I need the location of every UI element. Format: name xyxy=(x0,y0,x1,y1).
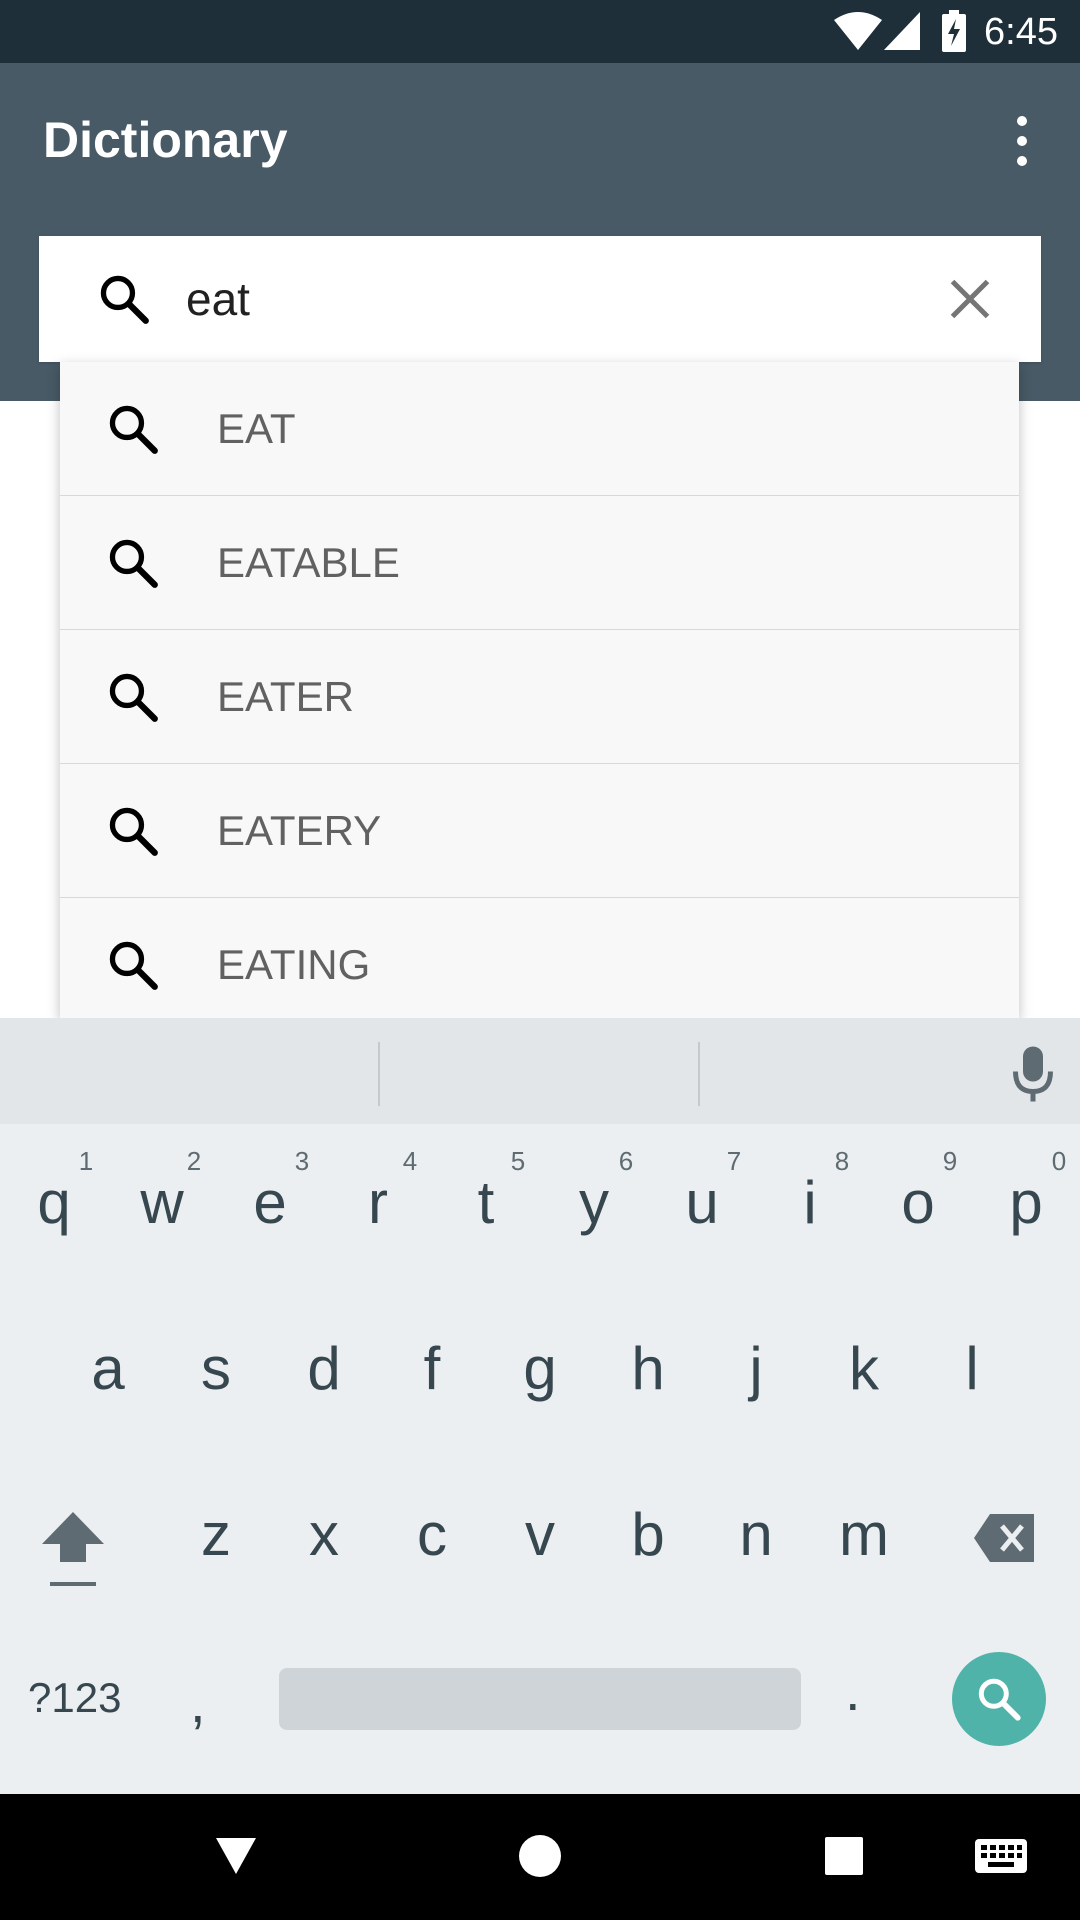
key-hint: 6 xyxy=(618,1146,634,1176)
shift-key[interactable] xyxy=(40,1508,106,1588)
key-w[interactable]: w xyxy=(118,1168,206,1238)
space-bar[interactable] xyxy=(279,1668,801,1730)
navigation-bar xyxy=(0,1794,1080,1920)
key-hint: 7 xyxy=(726,1146,742,1176)
search-bar[interactable]: eat xyxy=(39,236,1041,362)
period-key[interactable]: . xyxy=(845,1658,885,1723)
backspace-key[interactable] xyxy=(972,1512,1036,1564)
key-n[interactable]: n xyxy=(712,1500,800,1570)
search-icon xyxy=(109,673,158,722)
key-x[interactable]: x xyxy=(280,1500,368,1570)
mic-icon[interactable] xyxy=(1008,1044,1058,1104)
search-icon xyxy=(100,275,149,324)
suggestion-item[interactable]: EAT xyxy=(60,362,1019,497)
suggestion-item[interactable]: EATING xyxy=(60,898,1019,1018)
key-hint: 8 xyxy=(834,1146,850,1176)
key-d[interactable]: d xyxy=(280,1334,368,1404)
key-v[interactable]: v xyxy=(496,1500,584,1570)
key-q[interactable]: q xyxy=(10,1168,98,1238)
suggestion-item[interactable]: EATER xyxy=(60,630,1019,765)
signal-icon xyxy=(884,12,920,50)
key-hint: 9 xyxy=(942,1146,958,1176)
battery-charging-icon xyxy=(942,10,966,52)
suggestion-label: EAT xyxy=(217,405,296,452)
key-i[interactable]: i xyxy=(766,1168,854,1238)
suggestion-label: EATING xyxy=(217,941,371,988)
app-title: Dictionary xyxy=(43,112,288,168)
suggestion-item[interactable]: EATERY xyxy=(60,764,1019,899)
soft-keyboard: q w e r t y u i o p 1 2 3 4 5 6 7 8 9 0 … xyxy=(0,1018,1080,1794)
key-a[interactable]: a xyxy=(64,1334,152,1404)
key-y[interactable]: y xyxy=(550,1168,638,1238)
search-action-button[interactable] xyxy=(952,1652,1046,1746)
key-g[interactable]: g xyxy=(496,1334,584,1404)
key-hint: 4 xyxy=(402,1146,418,1176)
search-icon xyxy=(109,941,158,990)
search-icon xyxy=(109,807,158,856)
key-hint: 3 xyxy=(294,1146,310,1176)
key-hint: 1 xyxy=(78,1146,94,1176)
search-icon xyxy=(978,1678,1021,1721)
suggestion-list: EAT EATABLE EATER EATERY EATING xyxy=(60,362,1019,1018)
key-t[interactable]: t xyxy=(442,1168,530,1238)
key-hint: 5 xyxy=(510,1146,526,1176)
suggestion-label: EATERY xyxy=(217,807,382,854)
key-f[interactable]: f xyxy=(388,1334,476,1404)
symbols-key[interactable]: ?123 xyxy=(28,1670,138,1726)
search-icon xyxy=(109,405,158,454)
more-options-button[interactable] xyxy=(1002,112,1042,170)
recents-icon[interactable] xyxy=(824,1836,864,1876)
key-p[interactable]: p xyxy=(982,1168,1070,1238)
key-m[interactable]: m xyxy=(820,1500,908,1570)
key-k[interactable]: k xyxy=(820,1334,908,1404)
key-c[interactable]: c xyxy=(388,1500,476,1570)
back-icon[interactable] xyxy=(214,1836,258,1876)
suggestion-item[interactable]: EATABLE xyxy=(60,496,1019,631)
key-hint: 0 xyxy=(1051,1146,1067,1176)
key-o[interactable]: o xyxy=(874,1168,962,1238)
search-icon xyxy=(109,539,158,588)
strip-divider xyxy=(378,1042,380,1106)
key-hint: 2 xyxy=(186,1146,202,1176)
key-r[interactable]: r xyxy=(334,1168,422,1238)
key-s[interactable]: s xyxy=(172,1334,260,1404)
key-j[interactable]: j xyxy=(712,1334,800,1404)
status-bar: 6:45 xyxy=(0,0,1080,63)
key-z[interactable]: z xyxy=(172,1500,260,1570)
strip-divider xyxy=(698,1042,700,1106)
clock: 6:45 xyxy=(984,11,1058,53)
home-icon[interactable] xyxy=(518,1834,562,1878)
search-input[interactable]: eat xyxy=(186,268,250,330)
key-b[interactable]: b xyxy=(604,1500,692,1570)
comma-key[interactable]: , xyxy=(190,1670,240,1735)
suggestion-strip xyxy=(0,1018,1080,1124)
key-h[interactable]: h xyxy=(604,1334,692,1404)
key-u[interactable]: u xyxy=(658,1168,746,1238)
key-l[interactable]: l xyxy=(928,1334,1016,1404)
wifi-icon xyxy=(834,12,882,50)
key-e[interactable]: e xyxy=(226,1168,314,1238)
suggestion-label: EATABLE xyxy=(217,539,400,586)
close-icon[interactable] xyxy=(940,269,1000,329)
keyboard-icon[interactable] xyxy=(974,1838,1028,1874)
suggestion-label: EATER xyxy=(217,673,354,720)
